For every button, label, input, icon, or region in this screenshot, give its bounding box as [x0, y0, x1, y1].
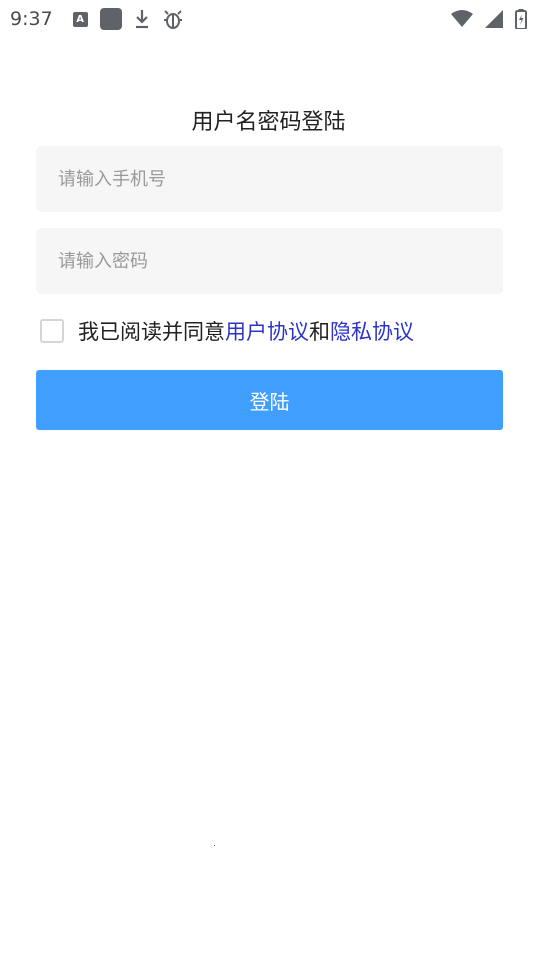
status-bar-right: [451, 9, 527, 29]
agreement-conjunction: 和: [309, 320, 330, 344]
login-button[interactable]: 登陆: [36, 370, 503, 430]
battery-charging-icon: [515, 9, 527, 29]
agreement-row: 我已阅读并同意 用户协议 和 隐私协议: [40, 312, 414, 350]
a-notification-icon: A: [72, 11, 88, 27]
bug-icon: [162, 8, 184, 30]
agreement-prefix: 我已阅读并同意: [78, 320, 225, 344]
wifi-icon: [451, 10, 473, 28]
privacy-agreement-link[interactable]: 隐私协议: [330, 316, 414, 346]
password-input[interactable]: [36, 228, 503, 294]
phone-input[interactable]: [36, 146, 503, 212]
agreement-checkbox[interactable]: [40, 319, 64, 343]
divider-dot: [214, 845, 215, 846]
app-square-icon: [99, 8, 122, 30]
download-icon: [134, 9, 150, 29]
login-screen: 9:37 A 用户名密码登陆 请输入手机号 我已阅读并同意 用户协议 和 隐私协…: [0, 0, 537, 956]
status-bar-left: 9:37 A: [10, 8, 184, 30]
status-time: 9:37: [10, 8, 53, 30]
user-agreement-link[interactable]: 用户协议: [225, 316, 309, 346]
login-title: 用户名密码登陆: [191, 110, 346, 135]
status-bar: 9:37 A: [0, 0, 537, 38]
signal-icon: [485, 10, 503, 28]
